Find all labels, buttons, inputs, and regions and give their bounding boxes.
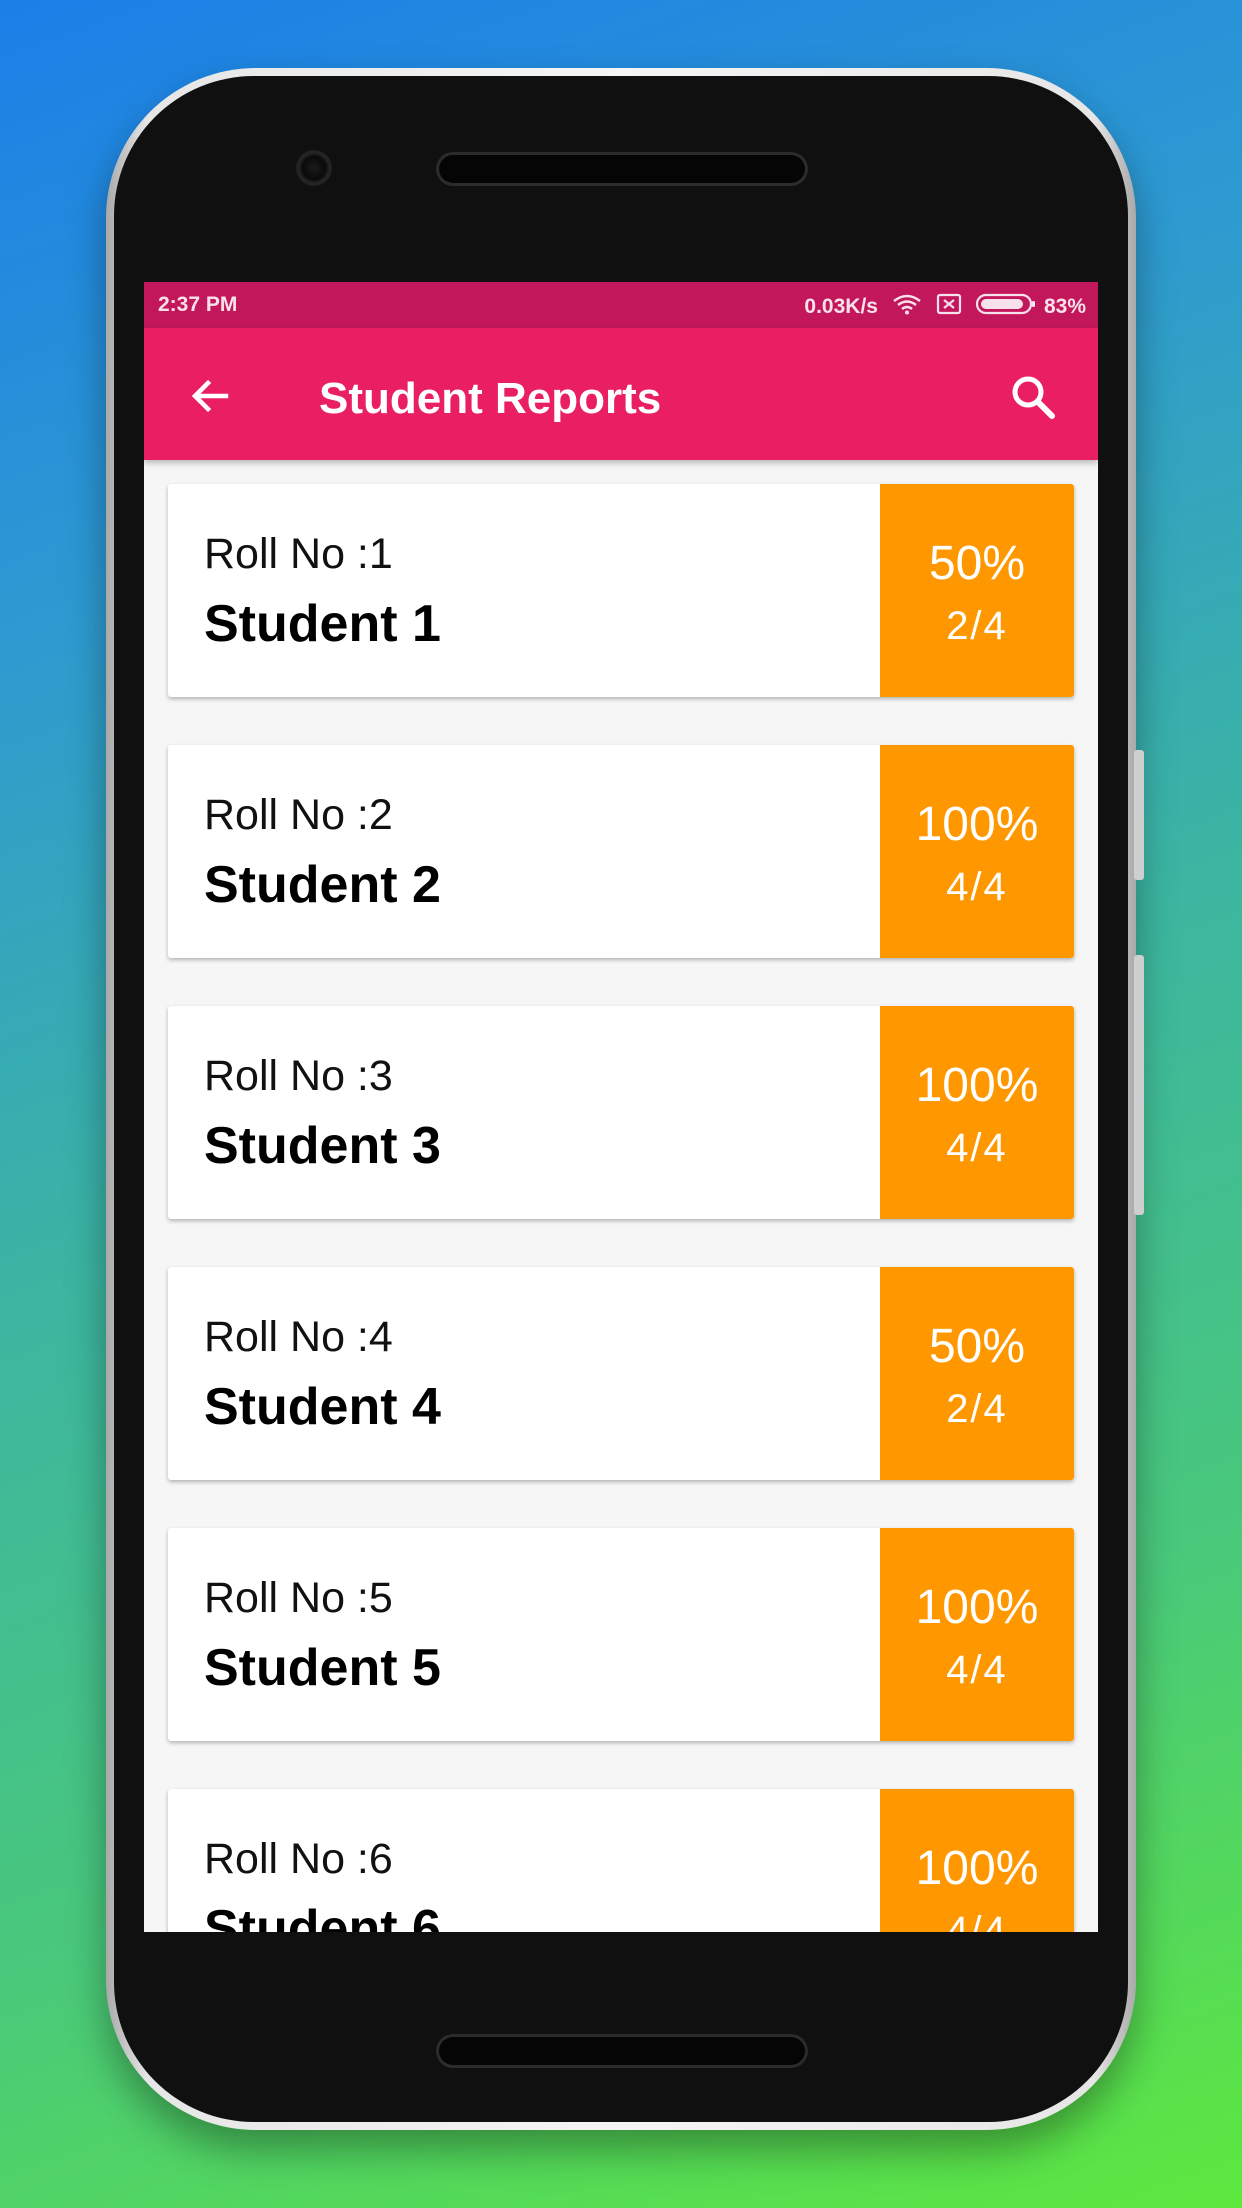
student-card[interactable]: Roll No :1 Student 1 50% 2/4 xyxy=(168,484,1074,697)
student-card[interactable]: Roll No :3 Student 3 100% 4/4 xyxy=(168,1006,1074,1219)
score-fraction: 4/4 xyxy=(946,1126,1008,1170)
app-bar: Student Reports xyxy=(144,328,1098,460)
score-fraction: 4/4 xyxy=(946,1648,1008,1692)
page-title: Student Reports xyxy=(319,374,662,423)
student-name: Student 6 xyxy=(204,1900,441,1932)
score-badge: 50% 2/4 xyxy=(880,1267,1074,1480)
no-sim-icon xyxy=(936,293,962,321)
score-badge: 50% 2/4 xyxy=(880,484,1074,697)
roll-number: Roll No :2 xyxy=(204,791,393,839)
status-bar: 2:37 PM 0.03K/s 83% xyxy=(144,282,1098,328)
status-indicators: 0.03K/s 83% xyxy=(790,293,1086,321)
front-camera xyxy=(296,150,332,186)
score-fraction: 2/4 xyxy=(946,604,1008,648)
score-badge: 100% 4/4 xyxy=(880,1528,1074,1741)
status-time: 2:37 PM xyxy=(158,293,238,316)
student-name: Student 5 xyxy=(204,1639,441,1697)
score-badge: 100% 4/4 xyxy=(880,1789,1074,1932)
battery-percent: 83% xyxy=(1043,295,1086,318)
student-card[interactable]: Roll No :4 Student 4 50% 2/4 xyxy=(168,1267,1074,1480)
power-button xyxy=(1134,955,1144,1215)
score-percent: 100% xyxy=(915,1842,1039,1895)
network-speed: 0.03K/s xyxy=(804,295,878,318)
score-percent: 100% xyxy=(915,798,1039,851)
student-name: Student 2 xyxy=(204,856,441,914)
score-badge: 100% 4/4 xyxy=(880,1006,1074,1219)
arrow-left-icon[interactable] xyxy=(186,372,234,420)
score-percent: 100% xyxy=(915,1581,1039,1634)
student-card[interactable]: Roll No :2 Student 2 100% 4/4 xyxy=(168,745,1074,958)
score-fraction: 4/4 xyxy=(946,865,1008,909)
score-fraction: 2/4 xyxy=(946,1387,1008,1431)
roll-number: Roll No :3 xyxy=(204,1052,393,1100)
student-list: Roll No :1 Student 1 50% 2/4 Roll No :2 … xyxy=(168,484,1074,1932)
student-name: Student 4 xyxy=(204,1378,441,1436)
score-percent: 50% xyxy=(928,1320,1026,1373)
bottom-speaker xyxy=(436,2034,808,2068)
volume-button xyxy=(1134,750,1144,880)
roll-number: Roll No :6 xyxy=(204,1835,393,1883)
student-card[interactable]: Roll No :6 Student 6 100% 4/4 xyxy=(168,1789,1074,1932)
student-name: Student 3 xyxy=(204,1117,441,1175)
score-percent: 100% xyxy=(915,1059,1039,1112)
app-screen: 2:37 PM 0.03K/s 83% Student Reports Roll… xyxy=(144,282,1098,1932)
wifi-icon xyxy=(892,293,922,321)
student-name: Student 1 xyxy=(204,595,441,653)
student-card[interactable]: Roll No :5 Student 5 100% 4/4 xyxy=(168,1528,1074,1741)
roll-number: Roll No :1 xyxy=(204,530,393,578)
roll-number: Roll No :5 xyxy=(204,1574,393,1622)
score-fraction: 4/4 xyxy=(946,1909,1008,1932)
score-badge: 100% 4/4 xyxy=(880,745,1074,958)
battery-icon xyxy=(975,293,1036,321)
earpiece-speaker xyxy=(436,152,808,186)
roll-number: Roll No :4 xyxy=(204,1313,393,1361)
search-icon[interactable] xyxy=(1008,372,1058,422)
score-percent: 50% xyxy=(928,537,1026,590)
